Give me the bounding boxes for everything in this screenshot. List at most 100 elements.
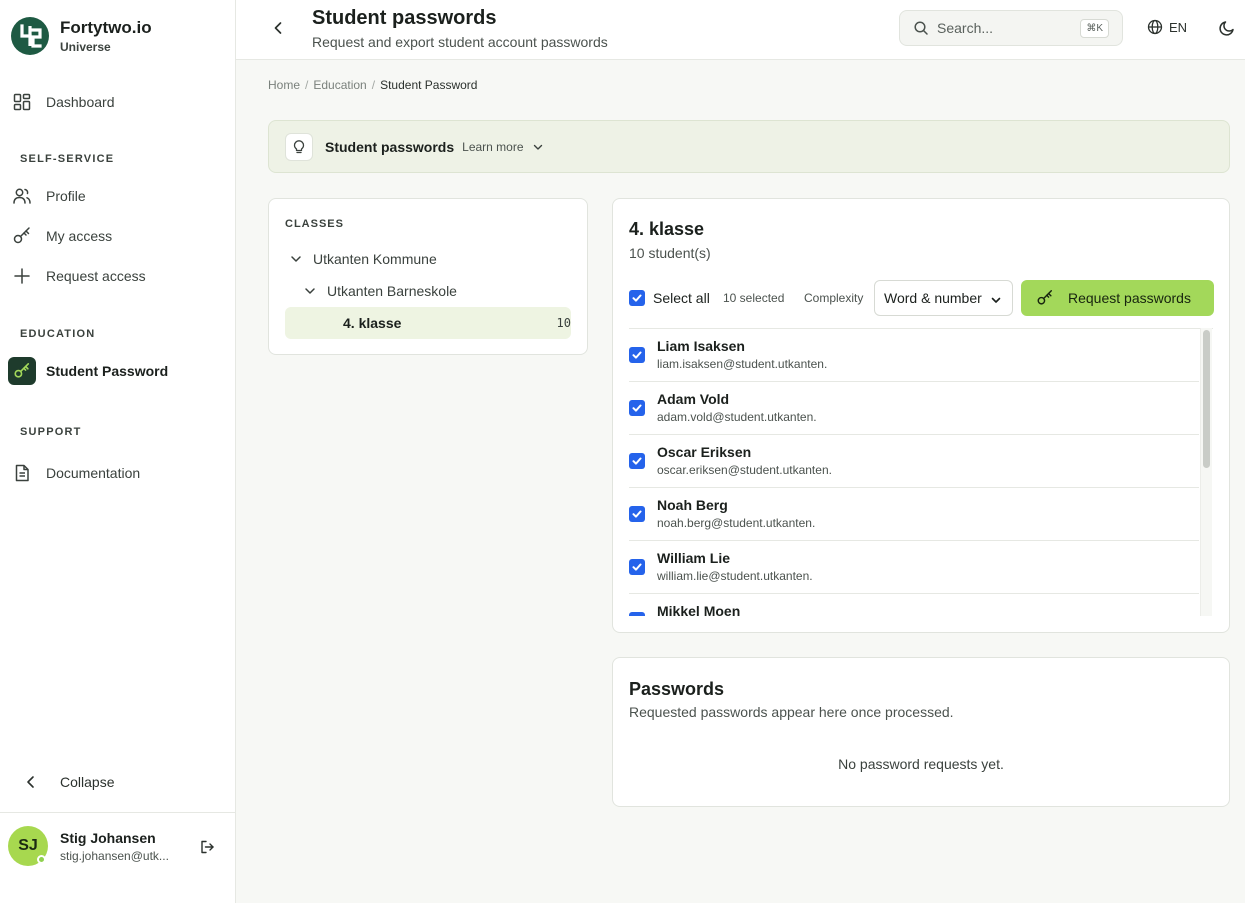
document-icon <box>8 463 36 483</box>
row-checkbox[interactable] <box>629 506 645 522</box>
key-icon <box>1036 289 1054 307</box>
list-item[interactable]: Oscar Eriksen oscar.eriksen@student.utka… <box>629 435 1199 488</box>
tree-item-label: 4. klasse <box>343 315 402 331</box>
brand[interactable]: Fortytwo.io Universe <box>11 17 152 55</box>
breadcrumb-separator: / <box>371 78 376 92</box>
select-all-label: Select all <box>653 290 710 306</box>
row-checkbox[interactable] <box>629 612 645 616</box>
learn-more-label: Learn more <box>462 139 524 154</box>
online-status-indicator <box>37 855 46 864</box>
language-switcher[interactable]: EN <box>1147 19 1187 35</box>
select-all-checkbox[interactable]: Select all <box>629 290 710 306</box>
search-shortcut-badge: ⌘K <box>1080 19 1109 38</box>
row-checkbox[interactable] <box>629 453 645 469</box>
plus-icon <box>8 266 36 286</box>
section-heading-education: EDUCATION <box>20 328 96 340</box>
info-banner: Student passwords Learn more <box>268 120 1230 173</box>
language-label: EN <box>1169 19 1188 35</box>
back-button[interactable] <box>270 20 286 36</box>
top-header: Student passwords Request and export stu… <box>236 0 1245 60</box>
class-title: 4. klasse <box>629 219 705 239</box>
sidebar: Fortytwo.io Universe Dashboard SELF-SERV… <box>0 0 236 903</box>
class-student-count: 10 <box>556 316 571 330</box>
breadcrumb-education[interactable]: Education <box>313 78 366 92</box>
user-email: stig.johansen@utk... <box>60 849 169 863</box>
scrollbar-thumb[interactable] <box>1203 330 1210 468</box>
sidebar-item-documentation[interactable]: Documentation <box>8 457 228 489</box>
sidebar-item-request-access[interactable]: Request access <box>8 260 228 292</box>
sidebar-item-label: My access <box>46 228 113 244</box>
theme-toggle-moon-icon[interactable] <box>1218 19 1236 37</box>
sidebar-item-my-access[interactable]: My access <box>8 220 228 252</box>
sidebar-item-label: Documentation <box>46 465 141 481</box>
dashboard-icon <box>8 92 36 112</box>
row-checkbox[interactable] <box>629 347 645 363</box>
chevron-down-icon <box>990 294 1002 306</box>
collapse-button[interactable]: Collapse <box>20 770 114 794</box>
logout-icon[interactable] <box>199 839 215 855</box>
brand-name: Fortytwo.io <box>60 17 152 37</box>
student-name: William Lie <box>657 550 731 566</box>
student-email: liam.isaksen@student.utkanten. <box>657 357 828 371</box>
learn-more-toggle[interactable]: Learn more <box>462 140 543 154</box>
student-email: oscar.eriksen@student.utkanten. <box>657 463 832 477</box>
page-title: Student passwords <box>312 7 497 29</box>
student-name: Mikkel Moen <box>657 603 741 616</box>
student-toolbar: Select all 10 selected Complexity Word &… <box>629 280 1214 316</box>
list-item[interactable]: Mikkel Moen <box>629 594 1199 616</box>
list-item[interactable]: Liam Isaksen liam.isaksen@student.utkant… <box>629 329 1199 382</box>
classes-panel: CLASSES Utkanten Kommune Utkanten Barnes… <box>268 198 588 355</box>
fortytwo-logo-icon <box>11 17 49 55</box>
student-name: Oscar Eriksen <box>657 444 752 460</box>
sidebar-item-dashboard[interactable]: Dashboard <box>8 86 228 118</box>
tree-item-municipality[interactable]: Utkanten Kommune <box>289 251 437 267</box>
chevron-left-icon <box>20 770 40 794</box>
breadcrumb-home[interactable]: Home <box>268 78 300 92</box>
request-passwords-label: Request passwords <box>1068 290 1191 306</box>
key-icon <box>8 226 36 246</box>
breadcrumb: Home / Education / Student Password <box>268 78 477 92</box>
list-item[interactable]: Adam Vold adam.vold@student.utkanten. <box>629 382 1199 435</box>
list-item[interactable]: Noah Berg noah.berg@student.utkanten. <box>629 488 1199 541</box>
sidebar-item-label: Request access <box>46 268 146 284</box>
request-passwords-button[interactable]: Request passwords <box>1021 280 1214 316</box>
globe-icon <box>1147 19 1163 35</box>
breadcrumb-current: Student Password <box>380 78 478 92</box>
key-icon <box>8 357 36 385</box>
search-input[interactable] <box>937 20 1077 36</box>
user-profile: SJ Stig Johansen stig.johansen@utk... <box>0 812 235 903</box>
student-email: noah.berg@student.utkanten. <box>657 516 816 530</box>
student-name: Liam Isaksen <box>657 338 745 354</box>
search-box[interactable]: ⌘K <box>899 10 1123 46</box>
chevron-down-icon <box>524 141 544 153</box>
sidebar-item-student-password[interactable]: Student Password <box>8 355 228 387</box>
tree-item-school[interactable]: Utkanten Barneskole <box>303 283 457 299</box>
breadcrumb-separator: / <box>305 78 309 92</box>
sidebar-item-label: Dashboard <box>46 94 115 110</box>
tree-item-class-selected[interactable]: 4. klasse 10 <box>285 307 571 339</box>
complexity-select[interactable]: Word & number <box>874 280 1013 316</box>
users-icon <box>8 186 36 206</box>
classes-heading: CLASSES <box>285 218 344 230</box>
student-email: adam.vold@student.utkanten. <box>657 410 817 424</box>
student-name: Adam Vold <box>657 391 730 407</box>
complexity-label: Complexity <box>804 291 864 305</box>
student-name: Noah Berg <box>657 497 728 513</box>
sidebar-item-profile[interactable]: Profile <box>8 180 228 212</box>
passwords-subtitle: Requested passwords appear here once pro… <box>629 704 954 720</box>
row-checkbox[interactable] <box>629 559 645 575</box>
list-item[interactable]: William Lie william.lie@student.utkanten… <box>629 541 1199 594</box>
checkbox-checked-icon <box>629 290 645 306</box>
user-name: Stig Johansen <box>60 830 156 846</box>
section-heading-support: SUPPORT <box>20 426 82 438</box>
student-list[interactable]: Liam Isaksen liam.isaksen@student.utkant… <box>629 328 1213 616</box>
tree-item-label: Utkanten Barneskole <box>327 283 457 299</box>
student-email: william.lie@student.utkanten. <box>657 569 813 583</box>
chevron-down-icon <box>303 284 319 298</box>
chevron-down-icon <box>289 252 305 266</box>
collapse-label: Collapse <box>60 774 115 790</box>
class-detail-panel: 4. klasse 10 student(s) Select all 10 se… <box>612 198 1230 633</box>
selected-count: 10 selected <box>723 291 785 305</box>
passwords-empty-state: No password requests yet. <box>838 756 1004 772</box>
row-checkbox[interactable] <box>629 400 645 416</box>
